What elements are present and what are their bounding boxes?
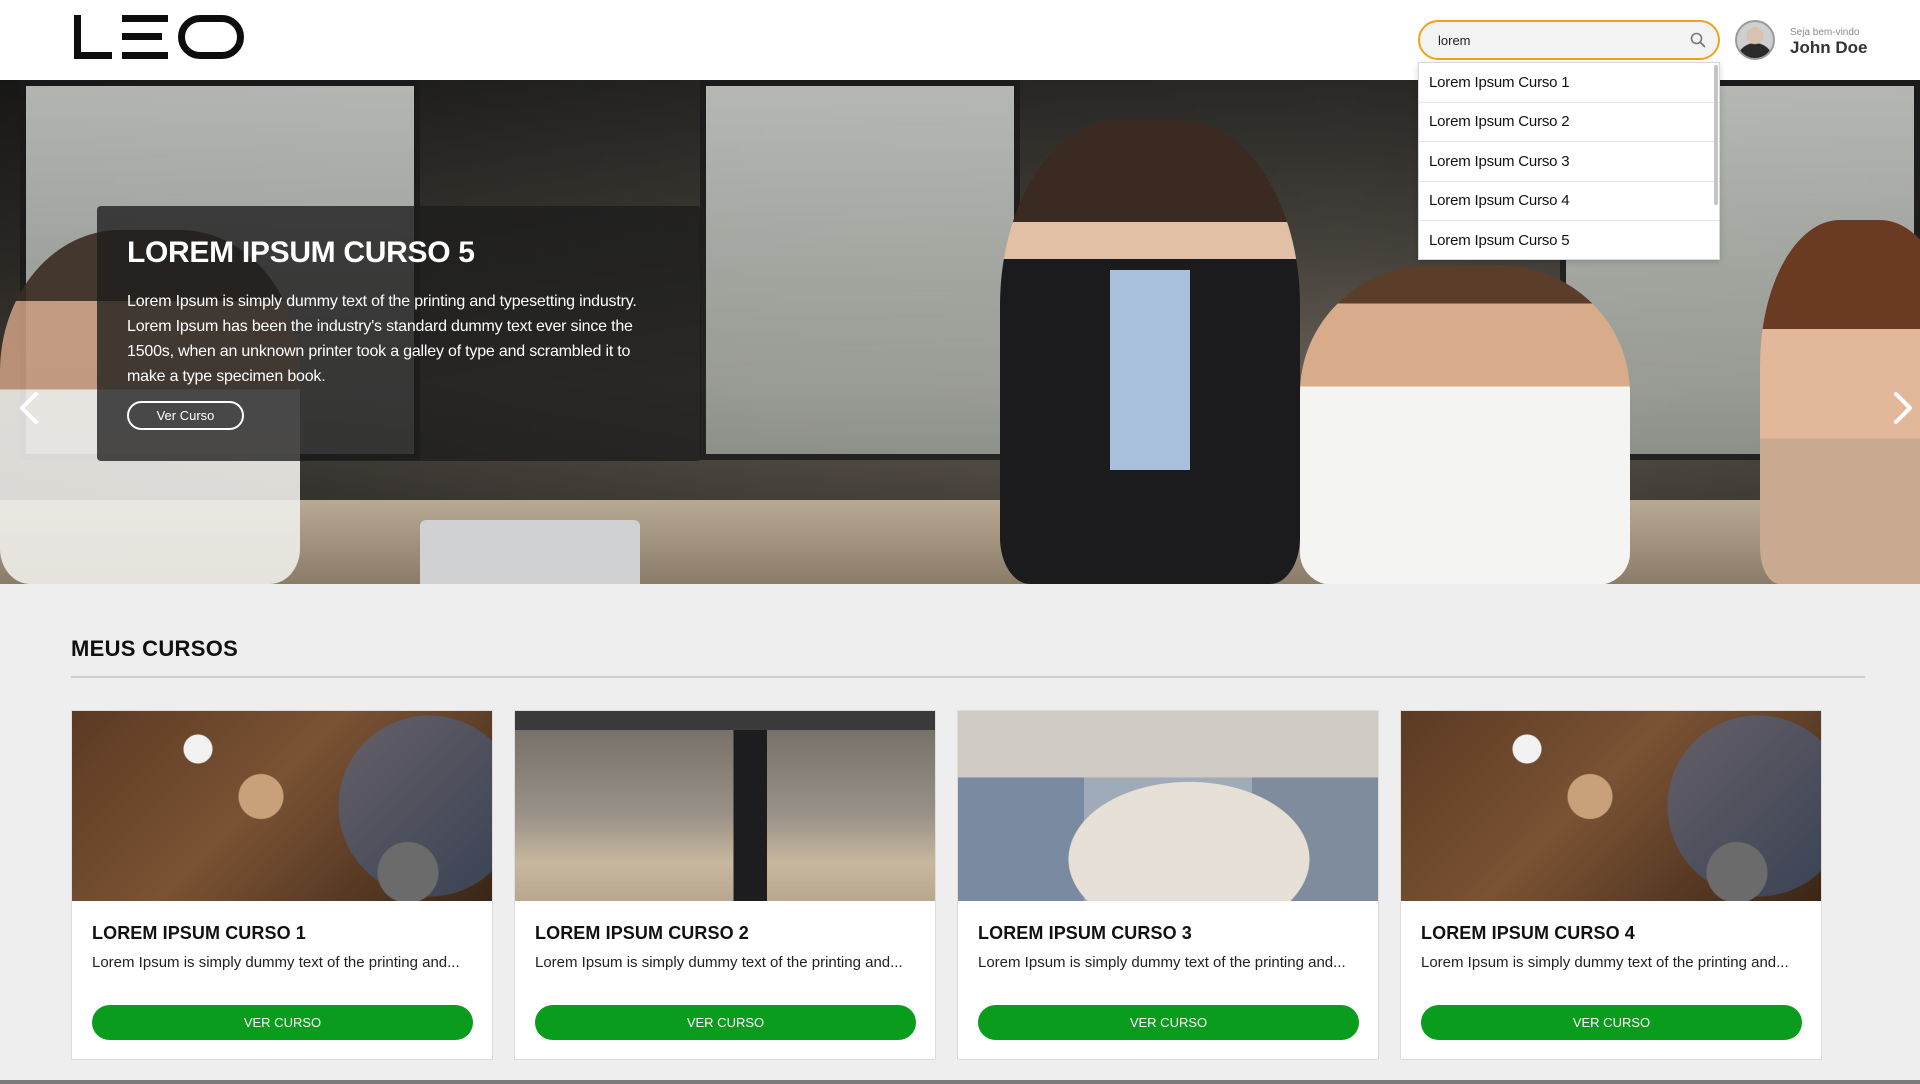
dropdown-scrollbar[interactable] — [1714, 65, 1718, 205]
hero-title: LOREM IPSUM CURSO 5 — [127, 236, 475, 269]
course-image[interactable] — [958, 711, 1378, 901]
course-description: Lorem Ipsum is simply dummy text of the … — [535, 954, 903, 971]
hero-background-window — [700, 80, 1020, 460]
course-image[interactable] — [1401, 711, 1821, 901]
course-title: LOREM IPSUM CURSO 2 — [535, 923, 749, 943]
ver-curso-button[interactable]: VER CURSO — [535, 1005, 916, 1040]
logo-letter-o — [178, 15, 244, 59]
course-image[interactable] — [72, 711, 492, 901]
logo-letter-l — [74, 15, 112, 59]
course-card: LOREM IPSUM CURSO 3 Lorem Ipsum is simpl… — [957, 710, 1379, 1060]
search-box — [1418, 20, 1720, 60]
search-input[interactable] — [1438, 30, 1678, 50]
search-icon[interactable] — [1690, 32, 1706, 48]
logo-letter-e — [122, 15, 168, 59]
course-card: LOREM IPSUM CURSO 1 Lorem Ipsum is simpl… — [71, 710, 493, 1060]
course-card: LOREM IPSUM CURSO 2 Lorem Ipsum is simpl… — [514, 710, 936, 1060]
course-title: LOREM IPSUM CURSO 1 — [92, 923, 306, 943]
footer-divider — [0, 1080, 1920, 1084]
hero-laptop — [420, 520, 640, 584]
leo-logo[interactable] — [74, 14, 244, 60]
welcome-text: Seja bem-vindo — [1790, 27, 1860, 38]
hero-person — [1300, 265, 1630, 584]
course-description: Lorem Ipsum is simply dummy text of the … — [978, 954, 1346, 971]
course-description: Lorem Ipsum is simply dummy text of the … — [1421, 954, 1789, 971]
search-result-item[interactable]: Lorem Ipsum Curso 1 — [1419, 63, 1719, 103]
course-title: LOREM IPSUM CURSO 3 — [978, 923, 1192, 943]
hero-person — [1000, 120, 1300, 584]
search-results-dropdown: Lorem Ipsum Curso 1 Lorem Ipsum Curso 2 … — [1418, 62, 1720, 260]
section-title: MEUS CURSOS — [71, 636, 239, 661]
search-result-item[interactable]: Lorem Ipsum Curso 4 — [1419, 182, 1719, 221]
avatar[interactable] — [1735, 20, 1775, 60]
course-description: Lorem Ipsum is simply dummy text of the … — [92, 954, 460, 971]
section-divider — [71, 676, 1865, 678]
hero-ver-curso-button[interactable]: Ver Curso — [127, 401, 244, 430]
course-image[interactable] — [515, 711, 935, 901]
ver-curso-button[interactable]: VER CURSO — [978, 1005, 1359, 1040]
ver-curso-button[interactable]: VER CURSO — [92, 1005, 473, 1040]
user-name[interactable]: John Doe — [1790, 38, 1867, 58]
course-card: LOREM IPSUM CURSO 4 Lorem Ipsum is simpl… — [1400, 710, 1822, 1060]
hero-caption: LOREM IPSUM CURSO 5 Lorem Ipsum is simpl… — [97, 206, 701, 461]
chevron-left-icon[interactable] — [14, 388, 44, 428]
course-title: LOREM IPSUM CURSO 4 — [1421, 923, 1635, 943]
hero-description: Lorem Ipsum is simply dummy text of the … — [127, 293, 637, 385]
search-result-item[interactable]: Lorem Ipsum Curso 3 — [1419, 142, 1719, 182]
search-result-item[interactable]: Lorem Ipsum Curso 5 — [1419, 221, 1719, 259]
chevron-right-icon[interactable] — [1888, 388, 1918, 428]
search-result-item[interactable]: Lorem Ipsum Curso 2 — [1419, 103, 1719, 142]
ver-curso-button[interactable]: VER CURSO — [1421, 1005, 1802, 1040]
